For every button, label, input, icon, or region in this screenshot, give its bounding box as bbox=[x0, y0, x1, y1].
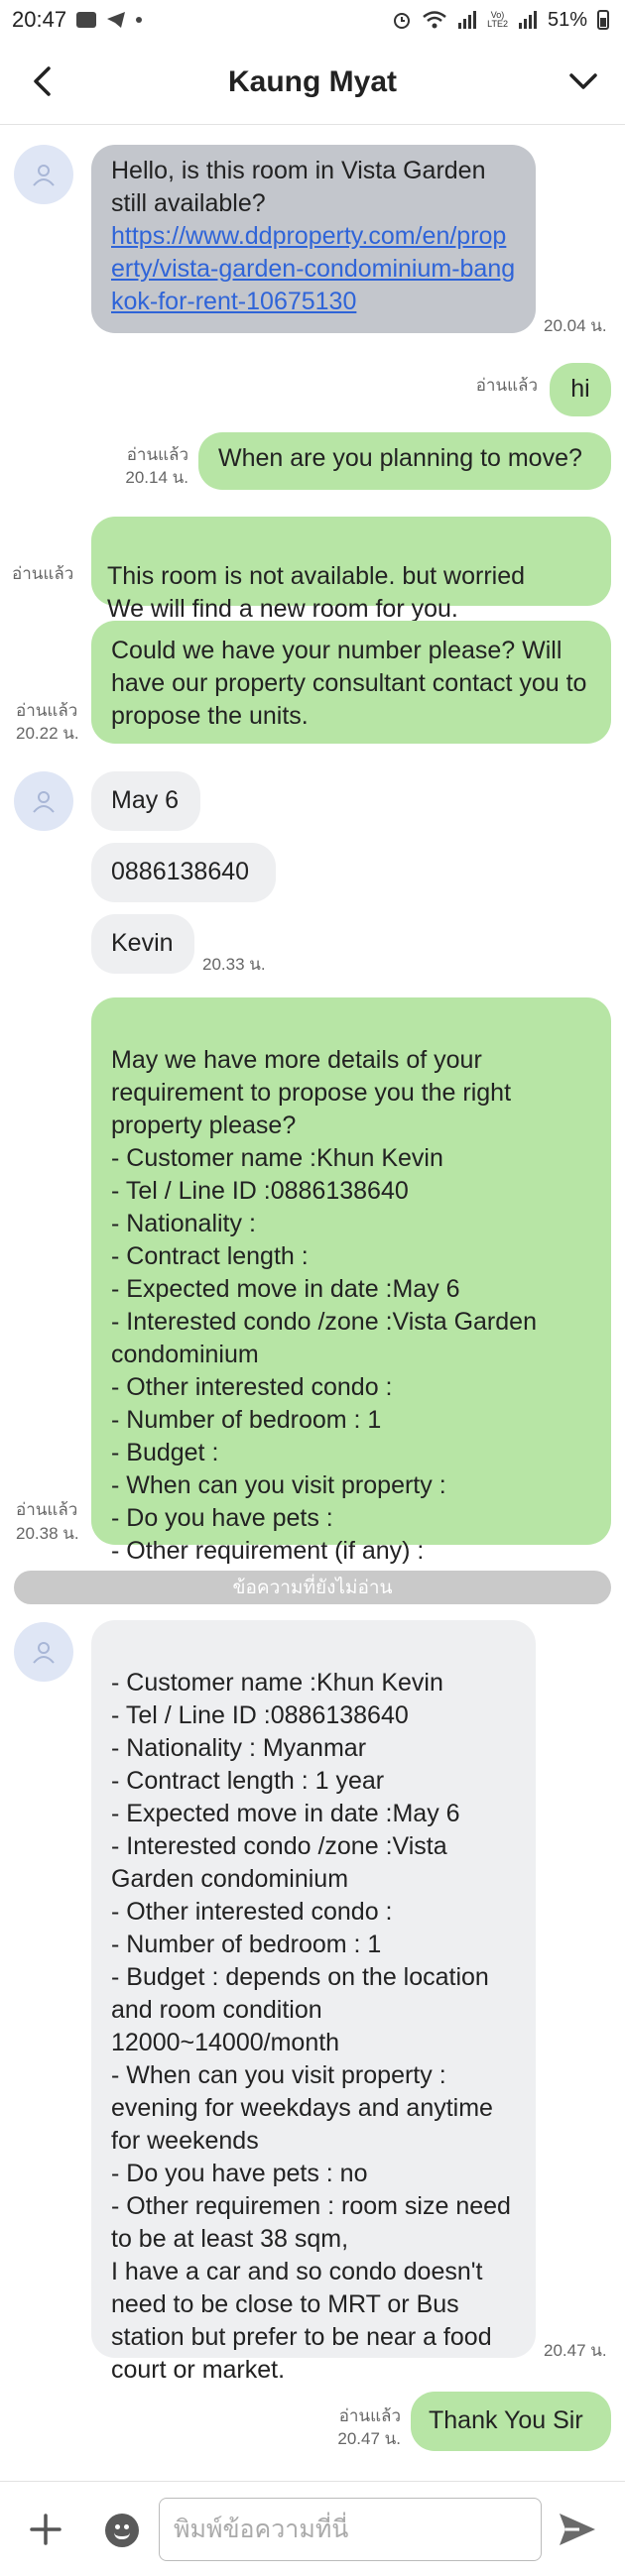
signal-icon bbox=[458, 11, 477, 29]
message-text: May we have more details of your require… bbox=[111, 1046, 537, 1565]
dot-icon bbox=[136, 17, 143, 23]
emoji-button[interactable] bbox=[105, 2514, 139, 2547]
chat-title: Kaung Myat bbox=[227, 64, 397, 98]
wifi-icon bbox=[423, 11, 446, 29]
message-text: Thank You Sir bbox=[429, 2406, 583, 2434]
message-time: 20.47 น. bbox=[544, 2341, 607, 2360]
message-bubble-outgoing[interactable]: Could we have your number please? Will h… bbox=[91, 621, 611, 744]
telegram-icon bbox=[107, 12, 126, 28]
gallery-icon bbox=[76, 12, 97, 28]
alarm-icon bbox=[394, 13, 411, 29]
status-right: Vo) LTE2 51% bbox=[392, 9, 609, 32]
read-receipt: อ่านแล้ว bbox=[16, 1500, 78, 1519]
send-button[interactable] bbox=[556, 2510, 599, 2549]
user-icon bbox=[33, 791, 55, 813]
emoji-mouth bbox=[114, 2532, 130, 2539]
message-bubble-incoming[interactable]: 0886138640 bbox=[91, 843, 276, 902]
back-button[interactable] bbox=[22, 61, 62, 101]
message-text: - Customer name :Khun Kevin - Tel / Line… bbox=[111, 1669, 511, 2384]
message-bubble-outgoing[interactable]: hi bbox=[550, 363, 611, 416]
message-text: This room is not available. but worried … bbox=[107, 562, 526, 623]
message-text: Could we have your number please? Will h… bbox=[111, 637, 587, 730]
message-bubble-outgoing[interactable]: This room is not available. but worried … bbox=[91, 517, 611, 623]
read-receipt: อ่านแล้ว bbox=[338, 2406, 401, 2425]
message-text: May 6 bbox=[111, 786, 180, 814]
message-bubble-outgoing[interactable]: Thank You Sir bbox=[411, 2392, 611, 2451]
message-time: 20.04 น. bbox=[544, 316, 607, 335]
message-time: 20.47 น. bbox=[337, 2429, 401, 2448]
volte-icon: Vo) LTE2 bbox=[487, 10, 508, 29]
message-text: Kevin bbox=[111, 929, 174, 957]
read-receipt: อ่านแล้ว bbox=[126, 445, 188, 464]
status-time: 20:47 bbox=[12, 7, 67, 32]
send-icon bbox=[560, 2514, 595, 2545]
chevron-down-icon bbox=[569, 73, 597, 89]
battery-icon bbox=[597, 10, 609, 30]
emoji-eye bbox=[124, 2524, 129, 2529]
message-link[interactable]: https://www.ddproperty.com/en/property/v… bbox=[111, 220, 516, 318]
message-bubble-outgoing[interactable]: When are you planning to move? bbox=[198, 432, 611, 490]
message-bubble-incoming[interactable]: May 6 bbox=[91, 771, 200, 831]
message-text: 0886138640 bbox=[111, 858, 250, 885]
input-bar bbox=[0, 2481, 625, 2576]
message-text: hi bbox=[570, 375, 590, 403]
avatar[interactable] bbox=[14, 145, 73, 204]
avatar[interactable] bbox=[14, 771, 73, 831]
message-text: When are you planning to move? bbox=[218, 444, 582, 472]
message-bubble-incoming[interactable]: Hello, is this room in Vista Garden stil… bbox=[91, 145, 536, 333]
message-time: 20.33 น. bbox=[202, 955, 266, 974]
plus-icon bbox=[30, 2514, 62, 2545]
chevron-left-icon bbox=[34, 66, 51, 96]
message-text: Hello, is this room in Vista Garden stil… bbox=[111, 157, 486, 217]
message-time: 20.22 น. bbox=[16, 724, 79, 743]
message-time: 20.38 น. bbox=[16, 1524, 79, 1543]
message-bubble-outgoing[interactable]: May we have more details of your require… bbox=[91, 997, 611, 1565]
status-left: 20:47 bbox=[12, 7, 143, 33]
signal-icon-2 bbox=[518, 11, 537, 29]
user-icon bbox=[33, 165, 55, 186]
chat-header: Kaung Myat bbox=[0, 40, 625, 125]
read-receipt: อ่านแล้ว bbox=[475, 376, 538, 395]
message-input[interactable] bbox=[159, 2498, 542, 2561]
battery-percent: 51% bbox=[547, 8, 587, 31]
status-bar: 20:47 Vo) LTE2 51% bbox=[0, 0, 625, 40]
emoji-eye bbox=[115, 2524, 120, 2529]
message-bubble-incoming[interactable]: Kevin bbox=[91, 914, 194, 974]
chat-area[interactable]: Hello, is this room in Vista Garden stil… bbox=[0, 125, 625, 2481]
avatar[interactable] bbox=[14, 1622, 73, 1682]
user-icon bbox=[33, 1642, 55, 1664]
attach-button[interactable] bbox=[26, 2510, 65, 2549]
unread-divider: ข้อความที่ยังไม่อ่าน bbox=[14, 1571, 611, 1604]
header-menu-button[interactable] bbox=[563, 61, 603, 101]
message-time: 20.14 น. bbox=[125, 468, 188, 487]
message-bubble-incoming[interactable]: - Customer name :Khun Kevin - Tel / Line… bbox=[91, 1620, 536, 2384]
read-receipt: อ่านแล้ว bbox=[12, 564, 74, 583]
read-receipt: อ่านแล้ว bbox=[16, 701, 78, 720]
